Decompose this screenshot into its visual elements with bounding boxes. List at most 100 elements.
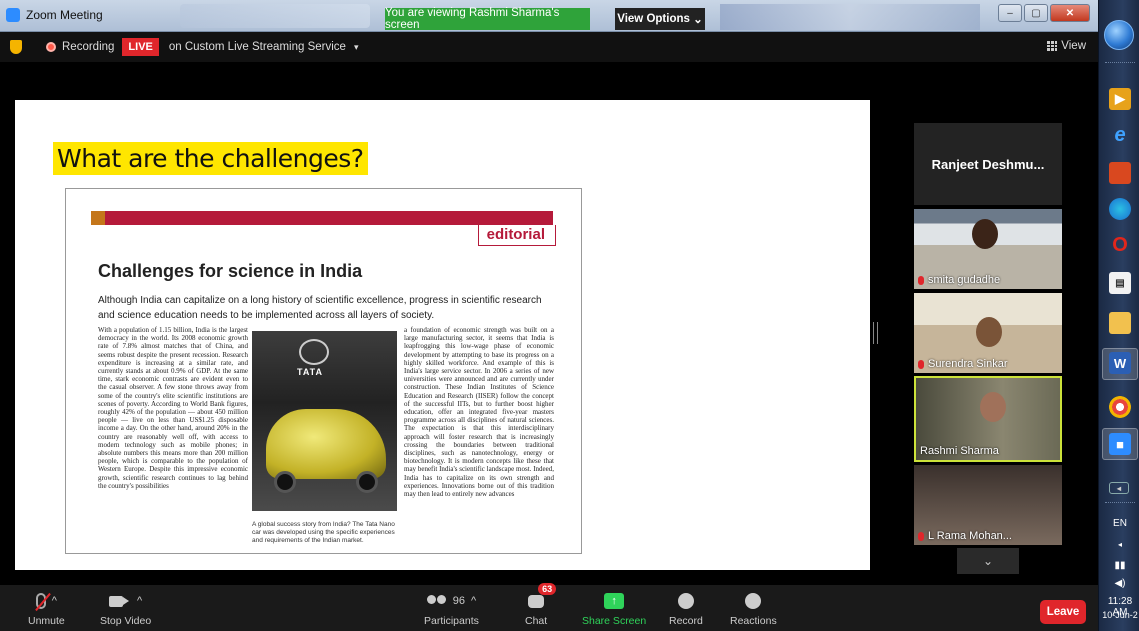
window-controls: – ▢ ✕ <box>998 4 1090 22</box>
recording-dot-icon <box>46 42 56 52</box>
edge-browser-icon[interactable] <box>1109 198 1131 220</box>
grid-view-icon <box>1047 41 1058 51</box>
volume-icon[interactable]: ◀) <box>1101 578 1139 589</box>
chat-button[interactable]: 63 Chat <box>525 583 557 627</box>
live-badge: LIVE <box>122 38 159 56</box>
tray-expand-icon[interactable]: ◂ <box>1101 540 1139 549</box>
participant-label: L Rama Mohan... <box>918 530 1012 542</box>
media-player-icon[interactable]: ▶ <box>1109 88 1131 110</box>
mic-muted-icon <box>918 531 924 541</box>
start-button-icon[interactable] <box>1104 20 1134 50</box>
participants-button[interactable]: 96 ^ Participants <box>424 589 479 627</box>
participant-tile[interactable]: L Rama Mohan... <box>914 465 1062 545</box>
record-button[interactable]: Record <box>669 589 703 627</box>
meeting-toolbar: ^ Unmute ^ Stop Video 96 ^ Participants 6… <box>0 583 1098 631</box>
chevron-down-icon: ⌄ <box>693 14 703 26</box>
article-column-left: With a population of 1.15 billion, India… <box>98 326 248 490</box>
view-label: View <box>1061 40 1086 52</box>
mic-muted-icon <box>918 275 924 285</box>
chevron-down-icon: ⌄ <box>982 554 994 568</box>
mic-muted-icon <box>35 593 46 609</box>
tata-nano-photo: TATA <box>252 331 397 511</box>
article-headline: Challenges for science in India <box>98 261 363 281</box>
meeting-topbar: Recording LIVE on Custom Live Streaming … <box>0 32 1098 62</box>
maximize-button[interactable]: ▢ <box>1024 4 1048 22</box>
car-wheel <box>274 471 296 493</box>
stop-video-button[interactable]: ^ Stop Video <box>100 589 151 627</box>
record-icon <box>677 593 694 609</box>
participants-options-caret[interactable]: ^ <box>471 595 476 607</box>
viewing-screen-banner: You are viewing Rashmi Sharma's screen <box>385 7 590 31</box>
article-column-right: a foundation of economic strength was bu… <box>404 326 554 499</box>
reactions-icon <box>745 593 762 609</box>
chat-icon <box>528 594 545 608</box>
opera-browser-icon[interactable]: O <box>1109 234 1131 256</box>
window-title: Zoom Meeting <box>26 8 103 22</box>
video-options-caret[interactable]: ^ <box>137 595 142 607</box>
leave-button[interactable]: Leave <box>1040 600 1086 624</box>
participant-label: Surendra Sinkar <box>918 358 1008 370</box>
stream-dropdown-icon[interactable]: ▾ <box>354 42 359 53</box>
internet-explorer-icon[interactable]: e <box>1109 124 1131 146</box>
participant-name: Surendra Sinkar <box>928 358 1008 370</box>
live-stream-service[interactable]: on Custom Live Streaming Service <box>169 41 346 53</box>
show-hidden-icons-button[interactable]: ◂ <box>1109 482 1129 494</box>
article-dek: Although India can capitalize on a long … <box>98 295 542 321</box>
unmute-button[interactable]: ^ Unmute <box>28 589 65 627</box>
security-shield-icon[interactable] <box>10 40 22 54</box>
network-signal-icon[interactable]: ▮▮ <box>1101 560 1139 571</box>
word-app-icon[interactable]: W <box>1109 352 1131 374</box>
app-red-icon[interactable] <box>1109 162 1131 184</box>
chat-unread-badge: 63 <box>538 583 557 595</box>
participant-video-head <box>980 392 1006 422</box>
zoom-meeting-window: Zoom Meeting You are viewing Rashmi Shar… <box>0 0 1139 631</box>
participant-label: smita gudadhe <box>918 274 1000 286</box>
participant-name: Ranjeet Deshmu... <box>931 156 1045 172</box>
view-options-button[interactable]: View Options ⌄ <box>615 8 705 30</box>
minimize-button[interactable]: – <box>998 4 1022 22</box>
audio-options-caret[interactable]: ^ <box>52 595 57 607</box>
participant-name: Rashmi Sharma <box>920 445 999 457</box>
file-explorer-icon[interactable] <box>1109 312 1131 334</box>
zoom-logo-icon <box>6 8 20 22</box>
participant-tile-active-speaker[interactable]: Rashmi Sharma <box>914 376 1062 462</box>
participant-tile[interactable]: Surendra Sinkar <box>914 293 1062 373</box>
view-button[interactable]: View <box>1047 40 1086 52</box>
participants-label: Participants <box>424 615 479 627</box>
journal-page: editorial Challenges for science in Indi… <box>65 188 582 554</box>
share-screen-button[interactable]: ↑ Share Screen <box>582 589 646 627</box>
participant-label: Rashmi Sharma <box>920 445 999 457</box>
slide-title: What are the challenges? <box>53 142 368 175</box>
photo-caption: A global success story from India? The T… <box>252 521 395 544</box>
calendar-app-icon[interactable]: ▤ <box>1109 272 1131 294</box>
stop-video-label: Stop Video <box>100 615 152 627</box>
windows-taskbar: ▶ e O ▤ W ■ ◂ EN ◂ ▮▮ ◀) 11:28 AM 10-Jun… <box>1098 0 1139 631</box>
header-bar-accent <box>91 211 105 225</box>
editorial-label: editorial <box>477 225 556 246</box>
language-indicator[interactable]: EN <box>1101 518 1139 529</box>
car-shape <box>266 409 386 479</box>
photo-brand-text: TATA <box>297 367 323 377</box>
tata-logo-icon <box>299 339 329 365</box>
header-bar <box>91 211 553 225</box>
video-camera-icon <box>109 595 129 607</box>
panel-splitter-handle[interactable] <box>873 322 878 344</box>
recording-label[interactable]: Recording <box>62 41 114 53</box>
titlebar-glow <box>720 4 980 30</box>
taskbar-divider <box>1105 62 1135 66</box>
participant-name: smita gudadhe <box>928 274 1001 286</box>
record-label: Record <box>669 615 703 627</box>
clock-date[interactable]: 10-Jun-2 <box>1101 610 1139 620</box>
gallery-next-page-button[interactable]: ⌄ <box>957 548 1019 574</box>
chrome-browser-icon[interactable] <box>1109 396 1131 418</box>
reactions-button[interactable]: Reactions <box>730 589 777 627</box>
unmute-label: Unmute <box>28 615 65 627</box>
zoom-app-icon[interactable]: ■ <box>1109 433 1131 455</box>
participant-tile[interactable]: Ranjeet Deshmu... <box>914 123 1062 205</box>
view-options-label: View Options <box>617 13 690 25</box>
participants-count: 96 <box>452 595 465 607</box>
car-wheel <box>356 471 378 493</box>
participant-tile[interactable]: smita gudadhe <box>914 209 1062 289</box>
participants-icon <box>426 595 447 607</box>
close-button[interactable]: ✕ <box>1050 4 1090 22</box>
